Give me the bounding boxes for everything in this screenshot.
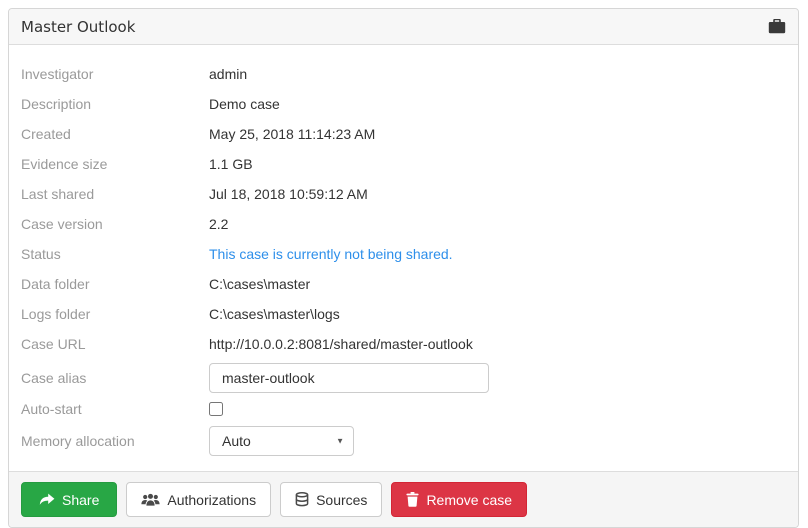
case-details-panel: Master Outlook Investigator admin Descri… xyxy=(8,8,799,528)
field-row-investigator: Investigator admin xyxy=(21,59,786,89)
users-icon xyxy=(141,493,160,507)
field-value: 1.1 GB xyxy=(209,156,253,172)
field-label: Created xyxy=(21,126,209,142)
share-icon xyxy=(39,493,55,507)
status-message: This case is currently not being shared. xyxy=(209,246,453,262)
remove-case-button[interactable]: Remove case xyxy=(391,482,527,517)
panel-body: Investigator admin Description Demo case… xyxy=(9,45,798,471)
field-label: Logs folder xyxy=(21,306,209,322)
field-row-case-alias: Case alias xyxy=(21,363,786,393)
field-row-created: Created May 25, 2018 11:14:23 AM xyxy=(21,119,786,149)
field-value: admin xyxy=(209,66,247,82)
field-label: Data folder xyxy=(21,276,209,292)
database-icon xyxy=(295,492,309,507)
field-label: Description xyxy=(21,96,209,112)
field-label: Memory allocation xyxy=(21,433,209,449)
button-label: Authorizations xyxy=(167,493,256,507)
field-value: C:\cases\master xyxy=(209,276,310,292)
case-alias-input[interactable] xyxy=(209,363,489,393)
field-label: Investigator xyxy=(21,66,209,82)
field-value: 2.2 xyxy=(209,216,228,232)
sources-button[interactable]: Sources xyxy=(280,482,382,517)
field-label: Case alias xyxy=(21,370,209,386)
field-value: C:\cases\master\logs xyxy=(209,306,340,322)
field-label: Last shared xyxy=(21,186,209,202)
field-row-auto-start: Auto-start xyxy=(21,398,786,420)
share-button[interactable]: Share xyxy=(21,482,117,517)
case-url-value: http://10.0.0.2:8081/shared/master-outlo… xyxy=(209,336,473,352)
field-value: Demo case xyxy=(209,96,280,112)
trash-icon xyxy=(406,492,419,507)
memory-allocation-select[interactable]: Auto ▼ xyxy=(209,426,354,456)
field-value: May 25, 2018 11:14:23 AM xyxy=(209,126,375,142)
field-row-memory-allocation: Memory allocation Auto ▼ xyxy=(21,426,786,456)
field-value: Jul 18, 2018 10:59:12 AM xyxy=(209,186,368,202)
auto-start-checkbox[interactable] xyxy=(209,402,223,416)
field-label: Evidence size xyxy=(21,156,209,172)
field-label: Case version xyxy=(21,216,209,232)
field-row-description: Description Demo case xyxy=(21,89,786,119)
field-row-evidence-size: Evidence size 1.1 GB xyxy=(21,149,786,179)
field-row-logs-folder: Logs folder C:\cases\master\logs xyxy=(21,299,786,329)
button-label: Share xyxy=(62,493,99,507)
panel-footer: Share Authorizations xyxy=(9,471,798,527)
panel-header: Master Outlook xyxy=(9,9,798,45)
field-row-case-version: Case version 2.2 xyxy=(21,209,786,239)
page-title: Master Outlook xyxy=(21,18,768,36)
briefcase-icon xyxy=(768,19,786,34)
field-row-status: Status This case is currently not being … xyxy=(21,239,786,269)
field-row-case-url: Case URL http://10.0.0.2:8081/shared/mas… xyxy=(21,329,786,359)
button-label: Sources xyxy=(316,493,367,507)
field-label: Auto-start xyxy=(21,401,209,417)
button-label: Remove case xyxy=(426,493,512,507)
field-row-last-shared: Last shared Jul 18, 2018 10:59:12 AM xyxy=(21,179,786,209)
field-row-data-folder: Data folder C:\cases\master xyxy=(21,269,786,299)
field-label: Case URL xyxy=(21,336,209,352)
authorizations-button[interactable]: Authorizations xyxy=(126,482,271,517)
field-label: Status xyxy=(21,246,209,262)
memory-allocation-native-select[interactable]: Auto xyxy=(209,426,354,456)
